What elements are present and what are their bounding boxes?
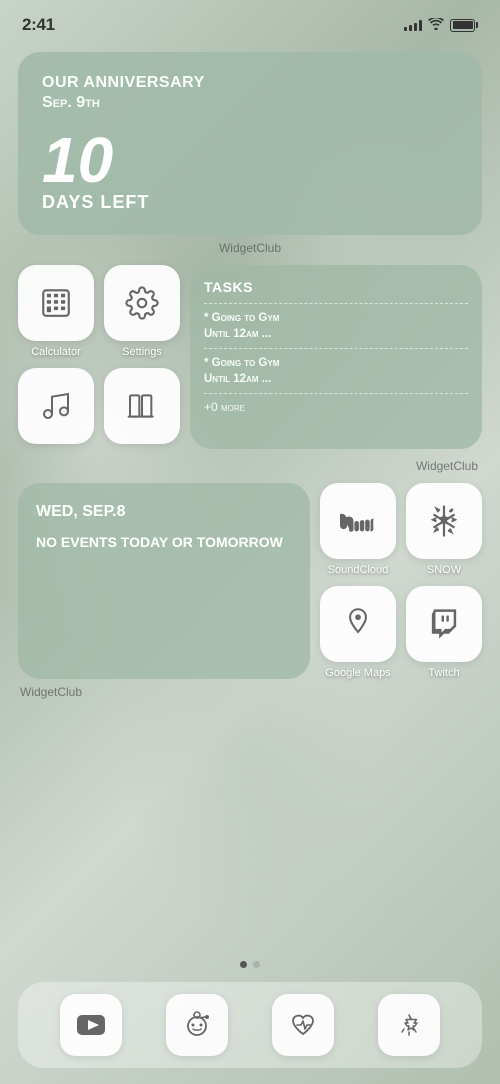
googlemaps-label: Google Maps [325,667,390,679]
app-grid: Calculator Settings [18,265,180,449]
task-divider-2 [204,348,468,349]
app-icons-group: Calculator Settings [18,265,180,449]
status-bar: 2:41 [0,0,500,44]
health-icon [289,1011,317,1039]
calculator-label: Calculator [31,346,81,358]
library-icon-bg[interactable] [104,368,180,444]
dock-reddit[interactable] [166,994,228,1056]
anniversary-title: Our Anniversary [42,74,458,92]
row-calendar-apps: Wed, Sep.8 No events today or tomorrow S… [18,483,482,679]
twitch-symbol [429,607,459,641]
calendar-widget[interactable]: Wed, Sep.8 No events today or tomorrow [18,483,310,679]
task-divider-1 [204,303,468,304]
widgetclub-label-2: WidgetClub [416,459,478,473]
soundcloud-icon-bg[interactable] [320,483,396,559]
settings-icon-bg[interactable] [104,265,180,341]
status-time: 2:41 [22,15,55,35]
widgetclub-label-1: WidgetClub [18,241,482,255]
gear-symbol [125,286,159,320]
widgetclub-row-2: WidgetClub [18,459,482,473]
page-dot-2 [253,961,260,968]
wifi-icon [428,18,444,33]
dock-appstore[interactable] [378,994,440,1056]
calculator-symbol [39,286,73,320]
page-indicator [0,955,500,974]
app-col-right: SoundCloud SNOW [320,483,482,679]
settings-label: Settings [122,346,162,358]
app-googlemaps[interactable]: Google Maps [320,586,396,679]
music-symbol [40,390,72,422]
snow-symbol [429,504,459,538]
maps-symbol [344,607,372,641]
twitch-icon-bg[interactable] [406,586,482,662]
row-apps-tasks: Calculator Settings [18,265,482,449]
twitch-label: Twitch [428,667,459,679]
anniversary-date: Sep. 9th [42,94,458,112]
music-icon-bg[interactable] [18,368,94,444]
appstore-icon [395,1011,423,1039]
app-library[interactable] [104,368,180,449]
task-item-2: * Going to GymUntil 12am ... [204,355,468,387]
app-music[interactable] [18,368,94,449]
task-divider-3 [204,393,468,394]
battery-icon [450,19,478,32]
days-label: Days Left [42,192,458,213]
reddit-icon [182,1010,212,1040]
youtube-icon [77,1015,105,1035]
home-content: Our Anniversary Sep. 9th 10 Days Left Wi… [0,44,500,955]
home-screen: 2:41 Our Anniversa [0,0,500,1084]
status-icons [404,18,478,33]
app-soundcloud[interactable]: SoundCloud [320,483,396,576]
app-snow[interactable]: SNOW [406,483,482,576]
widgetclub-label-3: WidgetClub [18,685,482,699]
tasks-more: +0 more [204,400,468,414]
library-symbol [126,390,158,422]
cal-no-events: No events today or tomorrow [36,533,292,553]
snow-icon-bg[interactable] [406,483,482,559]
snow-label: SNOW [427,564,461,576]
soundcloud-label: SoundCloud [328,564,389,576]
googlemaps-icon-bg[interactable] [320,586,396,662]
dock-health[interactable] [272,994,334,1056]
calculator-icon-bg[interactable] [18,265,94,341]
tasks-title: Tasks [204,279,468,295]
task-item-1: * Going to GymUntil 12am ... [204,310,468,342]
page-dot-1 [240,961,247,968]
app-twitch[interactable]: Twitch [406,586,482,679]
app-row-bottom: Google Maps Twitch [320,586,482,679]
soundcloud-symbol [340,510,376,532]
anniversary-widget[interactable]: Our Anniversary Sep. 9th 10 Days Left [18,52,482,235]
signal-icon [404,19,422,31]
app-calculator[interactable]: Calculator [18,265,94,358]
dock [18,982,482,1068]
cal-day: Wed, Sep.8 [36,503,292,521]
tasks-widget[interactable]: Tasks * Going to GymUntil 12am ... * Goi… [190,265,482,449]
app-settings[interactable]: Settings [104,265,180,358]
app-row-top: SoundCloud SNOW [320,483,482,576]
days-number: 10 [42,128,458,192]
dock-youtube[interactable] [60,994,122,1056]
